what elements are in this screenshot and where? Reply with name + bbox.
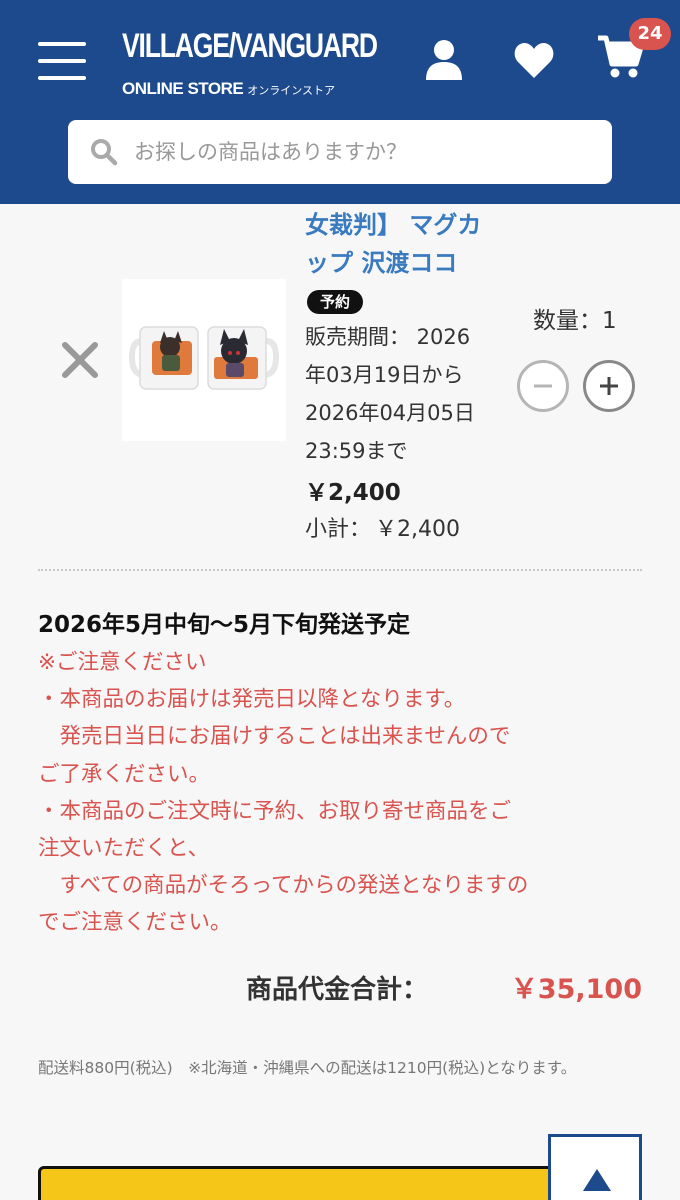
shipping-schedule: 2026年5月中旬〜5月下旬発送予定 <box>38 612 411 638</box>
logo-sub-en: ONLINE STORE <box>122 79 244 98</box>
close-icon[interactable] <box>60 340 100 380</box>
search-bar[interactable] <box>68 120 612 184</box>
notice-line: ご了承ください。 <box>38 761 211 787</box>
notice-line: 注文いただくと、 <box>38 836 210 862</box>
arrow-up-icon <box>583 1169 611 1191</box>
notice-line: ・本商品のお届けは発売日以降となります。 <box>38 687 466 713</box>
caution-notice: ※ご注意ください ・本商品のお届けは発売日以降となります。 発売日当日にお届けす… <box>38 644 644 942</box>
preorder-badge: 予約 <box>307 290 363 314</box>
store-logo[interactable]: VILLAGE/VANGUARD ONLINE STORE オンラインストア <box>122 26 378 104</box>
mug-image <box>128 326 280 390</box>
item-name-line: ップ 沢渡ココ <box>305 249 458 277</box>
cart-count-badge: 24 <box>629 18 671 50</box>
site-header: VILLAGE/VANGUARD ONLINE STORE オンラインストア 24 <box>0 0 680 204</box>
item-price: ￥2,400 <box>305 480 401 506</box>
sale-period-line: 年03月19日から <box>305 363 464 387</box>
shipping-fee-note: 配送料880円(税込) ※北海道・沖縄県への配送は1210円(税込)となります。 <box>38 1059 577 1077</box>
total-value: ￥35,100 <box>510 974 642 1005</box>
sale-period-line: 販売期間： 2026 <box>305 325 471 349</box>
quantity-increase-button[interactable] <box>583 360 635 412</box>
sale-period-line: 2026年04月05日 <box>305 401 475 425</box>
quantity-decrease-button[interactable] <box>517 360 569 412</box>
item-name-line: 女裁判】 マグカ <box>305 211 482 239</box>
search-input[interactable] <box>134 130 594 174</box>
scroll-to-top-button[interactable] <box>548 1134 642 1200</box>
logo-main-text: VILLAGE/VANGUARD <box>122 27 378 65</box>
search-icon[interactable] <box>90 138 118 166</box>
notice-line: すべての商品がそろってからの発送となりますの <box>38 873 529 899</box>
user-icon[interactable] <box>422 38 466 82</box>
quantity-label: 数量：1 <box>533 308 617 334</box>
divider <box>38 569 642 571</box>
notice-line: 発売日当日にお届けすることは出来ませんので <box>38 724 511 750</box>
logo-sub-ja: オンラインストア <box>247 84 335 97</box>
sale-period-line: 23:59まで <box>305 439 408 463</box>
product-thumbnail[interactable] <box>122 279 286 441</box>
sale-period: 販売期間： 2026 年03月19日から 2026年04月05日 23:59まで <box>305 318 505 470</box>
notice-line: でご注意ください。 <box>38 910 232 936</box>
subtotal-label: 小計： <box>305 517 372 542</box>
minus-icon <box>534 384 552 388</box>
item-subtotal: 小計： ￥2,400 <box>305 512 460 548</box>
item-name-link[interactable]: 女裁判】 マグカ ップ 沢渡ココ <box>305 206 525 282</box>
heart-icon[interactable] <box>512 38 556 82</box>
cart-page: VILLAGE/VANGUARD ONLINE STORE オンラインストア 24 <box>0 0 680 1200</box>
subtotal-value: ￥2,400 <box>375 517 460 542</box>
total-label: 商品代金合計： <box>246 975 429 1005</box>
logo-subtitle: ONLINE STORE オンラインストア <box>122 78 335 102</box>
notice-line: ※ご注意ください <box>38 650 207 675</box>
notice-line: ・本商品のご注文時に予約、お取り寄せ商品をご <box>38 798 512 824</box>
hamburger-menu-icon[interactable] <box>38 42 86 82</box>
